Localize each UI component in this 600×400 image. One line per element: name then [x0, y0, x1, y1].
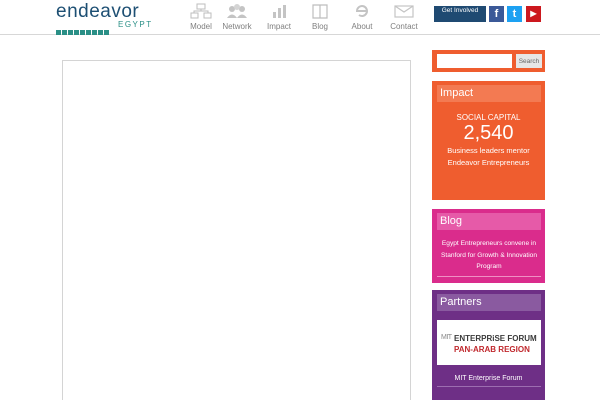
logo-line-1: ENTERPRiSE FORUM — [454, 334, 537, 343]
nav-label: Network — [222, 22, 252, 31]
impact-number: 2,540 — [463, 122, 514, 144]
impact-panel: Impact SOCIAL CAPITAL 2,540 Business lea… — [432, 81, 545, 200]
mit-enterprise-forum-logo[interactable]: MIT ENTERPRiSE FORUM PAN-ARAB REGION — [437, 320, 541, 365]
nav-item-contact[interactable]: Contact — [383, 3, 425, 31]
partners-title[interactable]: Partners — [437, 294, 541, 311]
search-button[interactable]: Search — [516, 54, 542, 68]
impact-icon — [273, 5, 286, 18]
main-content-frame — [62, 60, 411, 400]
page: endeavor EGYPT Model Network Impact Blog… — [0, 0, 600, 400]
blog-title[interactable]: Blog — [437, 213, 541, 230]
blog-icon — [312, 4, 328, 19]
nav-item-network[interactable]: Network — [216, 3, 258, 31]
mit-mark: MIT — [441, 334, 452, 341]
facebook-icon[interactable]: f — [489, 6, 504, 22]
nav-label: Blog — [311, 22, 328, 31]
nav-label: Impact — [266, 22, 291, 31]
nav-label: Contact — [390, 22, 418, 31]
logo-bars — [56, 22, 114, 35]
nav-item-impact[interactable]: Impact — [258, 3, 300, 31]
blog-panel: Blog Egypt Entrepreneurs convene in Stan… — [432, 209, 545, 283]
nav-label: About — [351, 22, 373, 31]
contact-icon — [394, 5, 414, 18]
search-input[interactable] — [437, 54, 512, 68]
site-header: endeavor EGYPT Model Network Impact Blog… — [0, 0, 600, 35]
blog-post-link[interactable]: Egypt Entrepreneurs convene in Stanford … — [437, 238, 541, 273]
get-involved-button[interactable]: Get Involved — [434, 6, 486, 22]
partner-caption: MIT Enterprise Forum — [454, 375, 523, 382]
divider — [437, 386, 541, 387]
nav-item-about[interactable]: About — [341, 3, 383, 31]
nav-item-blog[interactable]: Blog — [299, 3, 341, 31]
partners-panel: Partners MIT ENTERPRiSE FORUM PAN-ARAB R… — [432, 290, 545, 400]
model-icon — [190, 3, 212, 19]
about-icon — [355, 5, 368, 17]
search-widget: Search — [432, 50, 545, 72]
impact-kicker: SOCIAL CAPITAL — [456, 113, 521, 122]
endeavor-egypt-logo[interactable]: endeavor EGYPT — [56, 1, 178, 35]
impact-title[interactable]: Impact — [437, 85, 541, 102]
network-icon — [227, 4, 247, 18]
logo-subtitle: EGYPT — [118, 20, 153, 29]
twitter-icon[interactable]: t — [507, 6, 522, 22]
impact-text: Business leaders mentor Endeavor Entrepr… — [447, 146, 530, 167]
logo-line-2: PAN-ARAB REGION — [454, 345, 530, 354]
divider — [437, 276, 541, 277]
youtube-icon[interactable]: ▶ — [526, 6, 541, 22]
